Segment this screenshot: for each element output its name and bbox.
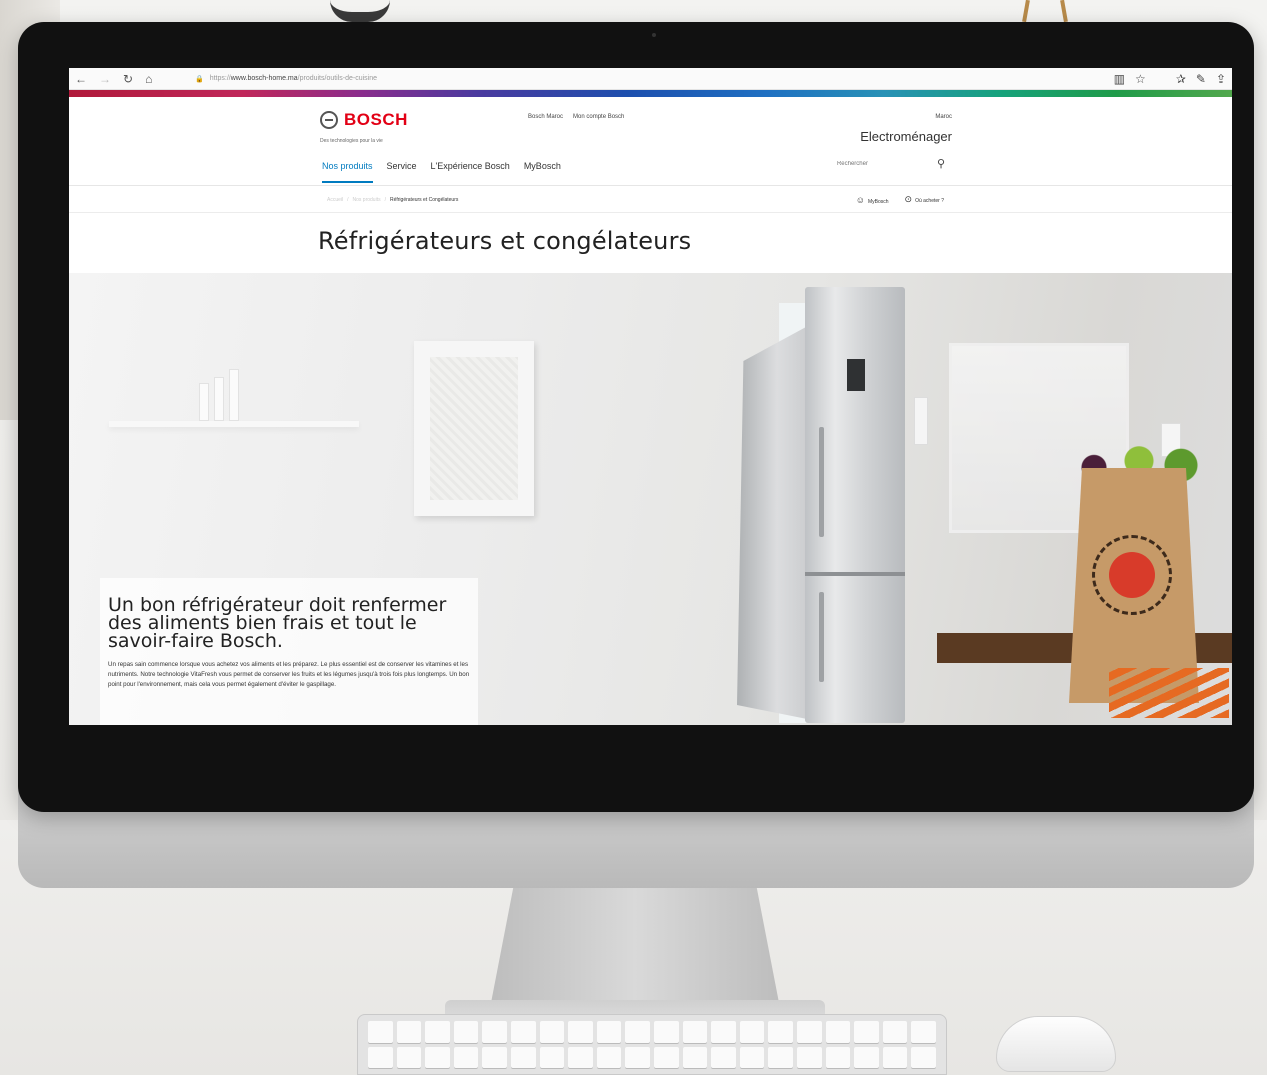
keyboard [357,1014,947,1075]
top-link-bosch-maroc[interactable]: Bosch Maroc [528,114,563,120]
search-box: ⚲ [836,157,945,170]
share-icon[interactable]: ⇪ [1216,72,1226,86]
book [199,383,209,421]
reload-icon[interactable]: ↻ [123,73,133,85]
site-header: BOSCH Des technologies pour la vie Bosch… [69,97,1232,186]
hero-title: Un bon réfrigérateur doit renfermer des … [108,594,447,652]
wall-picture-frame [414,341,534,516]
lock-icon: 🔒 [195,75,204,83]
monitor-stand [490,888,780,1008]
url-text[interactable]: https://www.bosch-home.ma/produits/outil… [210,75,377,82]
nav-mybosch[interactable]: MyBosch [524,161,561,183]
fridge-freezer-image [805,287,905,723]
hero-banner: Un bon réfrigérateur doit renfermer des … [69,273,1232,725]
top-link-mon-compte[interactable]: Mon compte Bosch [573,114,624,120]
carrots [1109,668,1229,718]
freezer-handle [819,592,824,682]
main-nav: Nos produits Service L'Expérience Bosch … [322,161,561,183]
home-icon[interactable]: ⌂ [145,73,152,85]
url-prefix: https:// [209,75,231,82]
location-pin-icon: ⊙ [904,194,913,204]
browser-actions: ▥ ☆ ✰ ✎ ⇪ [1114,72,1226,86]
mouse [996,1016,1116,1072]
title-band: Réfrigérateurs et congélateurs [69,213,1232,273]
wall-picture-frame [914,397,928,445]
browser-nav: ← → ↻ ⌂ [75,73,195,85]
breadcrumb-home[interactable]: Accueil [327,197,343,203]
brand-tagline: Des technologies pour la vie [320,138,383,144]
forward-icon[interactable]: → [99,73,111,85]
screen: ← → ↻ ⌂ 🔒 https://www.bosch-home.ma/prod… [69,68,1232,725]
browser-toolbar: ← → ↻ ⌂ 🔒 https://www.bosch-home.ma/prod… [69,68,1232,90]
fridge-display [847,359,865,391]
breadcrumb: Accueil / Nos produits / Réfrigérateurs et… [327,197,459,203]
book [229,369,239,421]
floor-lamp [1010,0,1080,22]
where-to-buy-label: Où acheter ? [915,198,944,204]
nav-service[interactable]: Service [387,161,417,183]
wall-shelf [109,421,359,427]
division-title: Electroménager [860,129,952,144]
url-path: /produits/outils-de-cuisine [297,75,378,82]
hero-body: Un repas sain commence lorsque vous ache… [108,661,470,688]
apple-badge-icon [1092,535,1172,615]
country-selector[interactable]: Maroc [935,114,952,120]
bosch-armature-icon [320,111,338,129]
bosch-logo[interactable]: BOSCH [320,110,408,130]
url-host: www.bosch-home.ma [230,75,298,82]
reader-view-icon[interactable]: ▥ [1114,72,1125,86]
utility-links: ☺ MyBosch ⊙ Où acheter ? [856,194,944,205]
nav-nos-produits[interactable]: Nos produits [322,161,373,183]
star-icon[interactable]: ☆ [1135,72,1146,86]
mybosch-label: MyBosch [867,198,889,205]
fridge-handle [819,427,824,537]
camera-icon [652,33,656,37]
page-title: Réfrigérateurs et congélateurs [318,227,692,255]
breadcrumb-current: Réfrigérateurs et Congélateurs [389,197,459,203]
mybosch-link[interactable]: ☺ MyBosch [856,195,889,205]
favorites-icon[interactable]: ✰ [1176,72,1186,86]
back-icon[interactable]: ← [75,73,87,85]
address-bar[interactable]: 🔒 https://www.bosch-home.ma/produits/out… [195,75,377,83]
fridge-door-gap [805,572,905,576]
nav-experience-bosch[interactable]: L'Expérience Bosch [431,161,510,183]
search-input[interactable] [836,160,897,167]
book [214,377,224,421]
breadcrumb-nos-produits[interactable]: Nos produits [353,197,381,203]
top-links: Bosch Maroc Mon compte Bosch [528,114,624,120]
brand-color-bar [69,90,1232,97]
pendant-lamp [330,0,390,22]
search-icon[interactable]: ⚲ [937,157,945,170]
user-icon: ☺ [855,194,865,205]
breadcrumb-bar: Accueil / Nos produits / Réfrigérateurs et… [69,186,1232,213]
pen-icon[interactable]: ✎ [1196,72,1206,86]
hero-text-box: Un bon réfrigérateur doit renfermer des … [100,578,478,725]
where-to-buy-link[interactable]: ⊙ Où acheter ? [905,194,944,205]
brand-name: BOSCH [344,110,408,129]
